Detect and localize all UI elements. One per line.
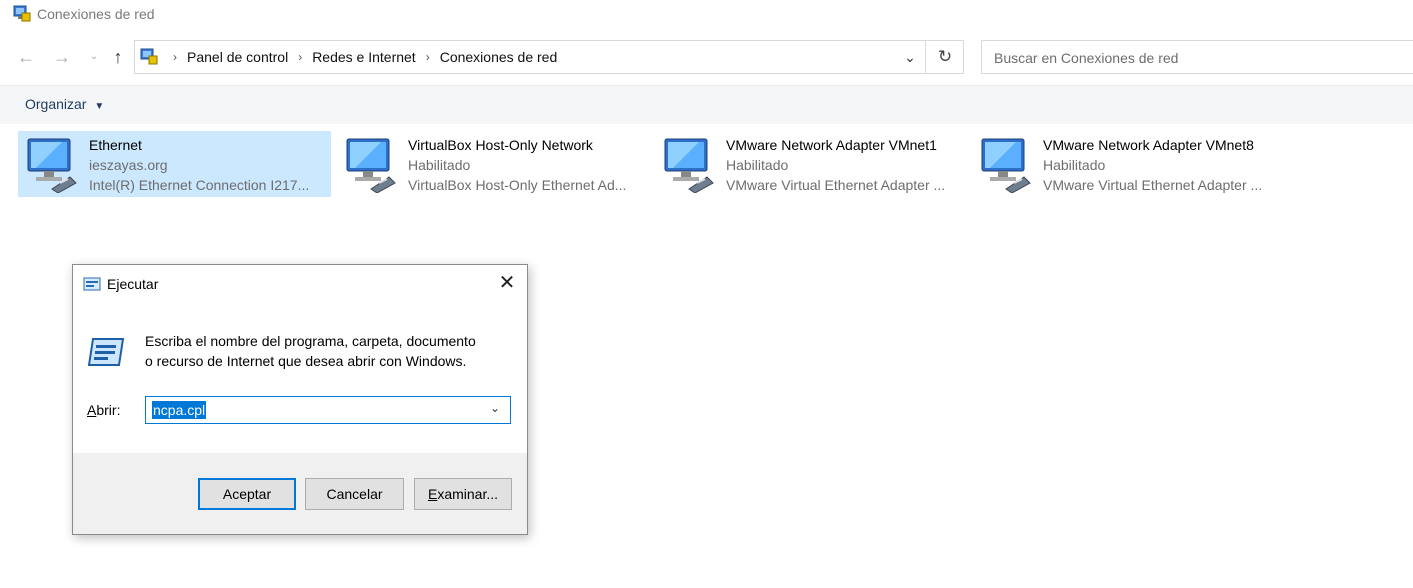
connection-item-vmnet1[interactable]: VMware Network Adapter VMnet1 Habilitado… (655, 131, 968, 197)
control-panel-icon (140, 48, 158, 65)
back-arrow-icon[interactable]: ← (15, 46, 37, 68)
search-box[interactable] (981, 40, 1413, 74)
connection-name: Ethernet (89, 137, 142, 153)
dropdown-caret-icon: ▼ (94, 101, 105, 112)
network-adapter-icon (664, 138, 714, 193)
connection-device: VirtualBox Host-Only Ethernet Ad... (408, 177, 627, 193)
search-input[interactable] (992, 48, 1396, 68)
run-dialog-title: Ejecutar (107, 276, 159, 292)
breadcrumb-separator-icon[interactable]: › (298, 50, 302, 64)
open-label-accelerator: A (87, 402, 97, 418)
breadcrumb-panel-de-control[interactable]: Panel de control (187, 49, 288, 65)
forward-arrow-icon[interactable]: → (51, 46, 73, 68)
recent-locations-chevron-icon[interactable]: ⌄ (83, 46, 105, 68)
connection-name: VMware Network Adapter VMnet8 (1043, 137, 1254, 153)
connection-text: VMware Network Adapter VMnet8 Habilitado… (1043, 135, 1262, 195)
network-adapter-icon (981, 138, 1031, 193)
open-input-value[interactable]: ncpa.cpl (152, 401, 207, 419)
run-dialog-footer: Aceptar Cancelar Examinar... (73, 453, 527, 534)
open-label-rest: brir: (96, 402, 121, 418)
connection-status: Habilitado (1043, 157, 1106, 173)
address-bar[interactable]: › Panel de control › Redes e Internet › … (134, 40, 964, 74)
network-adapter-icon (346, 138, 396, 193)
window-title: Conexiones de red (37, 6, 155, 22)
breadcrumb-redes-e-internet[interactable]: Redes e Internet (312, 49, 416, 65)
breadcrumb-separator-icon[interactable]: › (426, 50, 430, 64)
open-combobox[interactable]: ncpa.cpl ⌄ (145, 396, 511, 424)
open-label: Abrir: (87, 402, 120, 418)
connection-text: Ethernet ieszayas.org Intel(R) Ethernet … (89, 135, 309, 195)
connection-name: VMware Network Adapter VMnet1 (726, 137, 937, 153)
breadcrumb: › Panel de control › Redes e Internet › … (163, 41, 557, 73)
description-line-2: o recurso de Internet que desea abrir co… (145, 353, 467, 369)
run-dialog-description: Escriba el nombre del programa, carpeta,… (145, 331, 515, 371)
connection-device: VMware Virtual Ethernet Adapter ... (1043, 177, 1263, 193)
run-icon (83, 277, 101, 291)
refresh-icon[interactable]: ↻ (925, 41, 964, 73)
browse-label-rest: xaminar... (437, 486, 499, 502)
connection-device: VMware Virtual Ethernet Adapter ... (726, 177, 946, 193)
connection-status: Habilitado (408, 157, 471, 173)
up-arrow-icon[interactable]: ↑ (107, 46, 129, 68)
network-connections-icon (13, 5, 31, 22)
connection-status: ieszayas.org (89, 157, 168, 173)
connection-device: Intel(R) Ethernet Connection I217... (89, 177, 310, 193)
breadcrumb-conexiones-de-red[interactable]: Conexiones de red (440, 49, 558, 65)
description-line-1: Escriba el nombre del programa, carpeta,… (145, 333, 476, 349)
network-adapter-icon (27, 138, 77, 193)
connection-item-vmnet8[interactable]: VMware Network Adapter VMnet8 Habilitado… (972, 131, 1285, 197)
connection-text: VirtualBox Host-Only Network Habilitado … (408, 135, 626, 195)
window-titlebar: Conexiones de red (0, 0, 1413, 30)
command-bar: Organizar ▼ (0, 85, 1413, 124)
organize-label: Organizar (25, 96, 87, 112)
connections-list: Ethernet ieszayas.org Intel(R) Ethernet … (0, 131, 1413, 201)
connection-item-virtualbox[interactable]: VirtualBox Host-Only Network Habilitado … (337, 131, 650, 197)
run-dialog: Ejecutar ✕ Escriba el nombre del program… (72, 264, 528, 535)
ok-button[interactable]: Aceptar (198, 478, 296, 510)
run-dialog-titlebar[interactable]: Ejecutar ✕ (73, 265, 527, 303)
breadcrumb-separator-icon[interactable]: › (173, 50, 177, 64)
organize-menu-button[interactable]: Organizar ▼ (25, 96, 104, 112)
navigation-bar: ← → ⌄ ↑ › Panel de control › Redes e Int… (0, 38, 1413, 78)
close-icon[interactable]: ✕ (495, 271, 519, 295)
run-program-icon (87, 338, 125, 366)
connection-item-ethernet[interactable]: Ethernet ieszayas.org Intel(R) Ethernet … (18, 131, 331, 197)
connection-name: VirtualBox Host-Only Network (408, 137, 593, 153)
browse-label-accelerator: E (427, 486, 438, 502)
cancel-button[interactable]: Cancelar (305, 478, 404, 510)
connection-status: Habilitado (726, 157, 789, 173)
connection-text: VMware Network Adapter VMnet1 Habilitado… (726, 135, 945, 195)
combobox-chevron-down-icon[interactable]: ⌄ (490, 401, 500, 415)
run-dialog-body: Escriba el nombre del programa, carpeta,… (73, 303, 527, 453)
browse-button[interactable]: Examinar... (414, 478, 512, 510)
address-dropdown-chevron-icon[interactable]: ⌄ (895, 41, 925, 73)
